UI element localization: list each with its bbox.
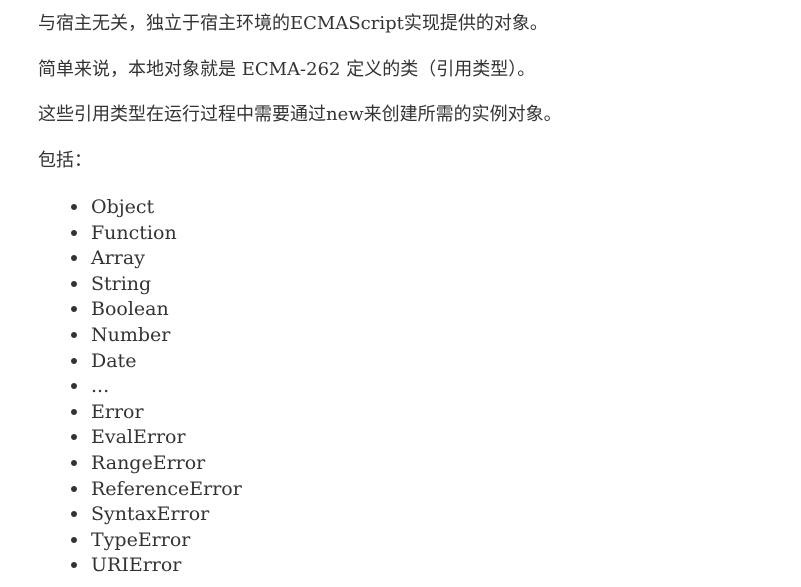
list-item-label: ... <box>91 375 110 398</box>
list-item-label: Function <box>91 221 177 244</box>
bullet-icon <box>71 331 77 338</box>
bullet-icon <box>71 204 77 210</box>
bullet-icon <box>71 485 77 492</box>
bullet-icon <box>71 357 77 364</box>
list-item-label: ReferenceError <box>91 477 242 500</box>
list-item-label: SyntaxError <box>91 503 210 526</box>
list-item: Object <box>64 196 242 222</box>
list-item-label: Object <box>91 196 155 218</box>
list-item-label: URIError <box>91 554 182 577</box>
list-item: SyntaxError <box>64 503 242 529</box>
list-item: Date <box>64 350 242 376</box>
list-item-label: Array <box>91 247 145 270</box>
bullet-icon <box>71 408 77 415</box>
bullet-icon <box>71 459 77 466</box>
list-item-label: Boolean <box>91 298 169 321</box>
paragraph-summary: 简单来说，本地对象就是 ECMA-262 定义的类（引用类型）。 <box>38 59 536 80</box>
list-item: Array <box>64 247 242 273</box>
bullet-icon <box>71 536 77 543</box>
list-item: Function <box>64 222 242 248</box>
list-item: Boolean <box>64 298 242 324</box>
bullet-icon <box>71 280 77 287</box>
list-item: ReferenceError <box>64 478 242 504</box>
list-item-label: Number <box>91 323 171 346</box>
bullet-icon <box>71 229 77 236</box>
native-objects-list: Object Function Array String Boolean Num… <box>64 196 242 580</box>
list-item-label: RangeError <box>91 451 206 474</box>
list-item-label: String <box>91 272 152 295</box>
list-item: Number <box>64 324 242 350</box>
paragraph-definition: 与宿主无关，独立于宿主环境的ECMAScript实现提供的对象。 <box>38 13 548 34</box>
list-item: RangeError <box>64 452 242 478</box>
list-item: Error <box>64 401 242 427</box>
paragraph-reference-types: 这些引用类型在运行过程中需要通过new来创建所需的实例对象。 <box>38 104 562 125</box>
list-item: TypeError <box>64 529 242 555</box>
paragraph-includes: 包括： <box>38 150 92 171</box>
bullet-icon <box>71 383 77 390</box>
list-item-label: TypeError <box>91 528 191 551</box>
bullet-icon <box>71 306 77 313</box>
list-item: EvalError <box>64 426 242 452</box>
list-item: URIError <box>64 554 242 580</box>
list-item-label: EvalError <box>91 426 186 449</box>
list-item-label: Date <box>91 349 137 372</box>
bullet-icon <box>71 511 77 518</box>
list-item: ... <box>64 375 242 401</box>
bullet-icon <box>71 562 77 569</box>
bullet-icon <box>71 255 77 262</box>
list-item: String <box>64 273 242 299</box>
list-item-label: Error <box>91 400 144 423</box>
bullet-icon <box>71 434 77 441</box>
